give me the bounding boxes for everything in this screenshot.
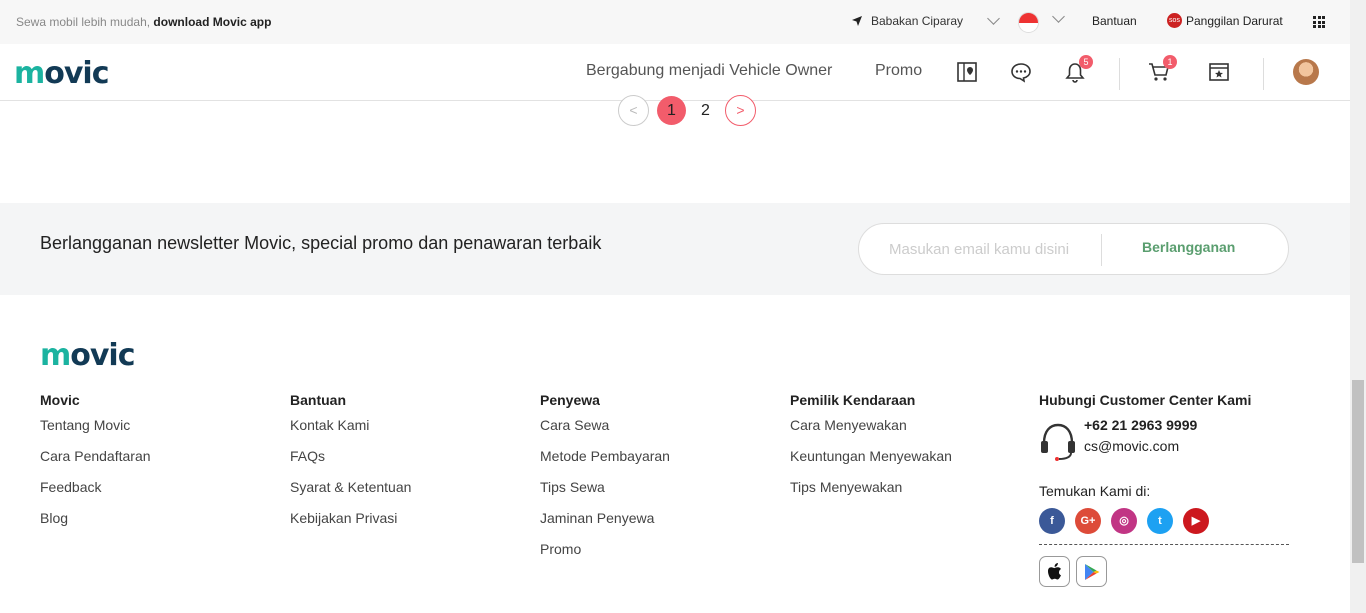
location-arrow-icon — [852, 16, 862, 26]
headset-icon — [1041, 423, 1075, 461]
google-play-icon[interactable] — [1076, 556, 1107, 587]
twitter-icon[interactable]: t — [1147, 508, 1173, 534]
help-link[interactable]: Bantuan — [1092, 14, 1137, 28]
instagram-icon[interactable]: ◎ — [1111, 508, 1137, 534]
notification-badge: 5 — [1079, 55, 1093, 69]
footer-column-title: Bantuan — [290, 392, 346, 408]
top-bar: Sewa mobil lebih mudah, download Movic a… — [0, 0, 1350, 44]
nav-vehicle-owner-link[interactable]: Bergabung menjadi Vehicle Owner — [586, 62, 832, 80]
contact-info: +62 21 2963 9999 cs@movic.com — [1039, 417, 1289, 469]
footer-column-movic: Movic Tentang Movic Cara Pendaftaran Fee… — [40, 392, 151, 541]
chevron-down-icon — [987, 12, 1000, 25]
footer-link-cara-pendaftaran[interactable]: Cara Pendaftaran — [40, 448, 151, 467]
contact-phone[interactable]: +62 21 2963 9999 — [1084, 417, 1197, 433]
footer-link-tentang-movic[interactable]: Tentang Movic — [40, 417, 151, 436]
footer-column-bantuan: Bantuan Kontak Kami FAQs Syarat & Ketent… — [290, 392, 411, 541]
sos-icon: sos — [1167, 13, 1182, 28]
footer-link-cara-menyewakan[interactable]: Cara Menyewakan — [790, 417, 952, 436]
location-label: Babakan Ciparay — [871, 14, 964, 28]
newsletter-email-input[interactable] — [889, 237, 1099, 261]
nav-promo-link[interactable]: Promo — [875, 62, 922, 80]
newsletter-text: Berlangganan newsletter Movic, special p… — [40, 233, 602, 253]
movic-logo[interactable]: movic — [14, 56, 110, 91]
bookmark-icon[interactable] — [1208, 61, 1230, 83]
emergency-call-link[interactable]: sos Panggilan Darurat — [1167, 13, 1283, 28]
footer-link-promo[interactable]: Promo — [540, 541, 670, 560]
dashed-divider — [1039, 544, 1289, 545]
footer-link-kontak-kami[interactable]: Kontak Kami — [290, 417, 411, 436]
app-store-links — [1039, 556, 1289, 587]
google-plus-icon[interactable]: G+ — [1075, 508, 1101, 534]
user-avatar[interactable] — [1293, 59, 1319, 85]
footer-link-kebijakan-privasi[interactable]: Kebijakan Privasi — [290, 510, 411, 529]
facebook-icon[interactable]: f — [1039, 508, 1065, 534]
footer-link-faqs[interactable]: FAQs — [290, 448, 411, 467]
indonesia-flag-icon[interactable] — [1018, 12, 1039, 33]
footer-movic-logo[interactable]: movic — [40, 338, 136, 373]
next-page-button[interactable]: > — [725, 95, 756, 126]
apple-app-store-icon[interactable] — [1039, 556, 1070, 587]
footer-link-feedback[interactable]: Feedback — [40, 479, 151, 498]
chat-icon[interactable] — [1010, 61, 1032, 83]
subscribe-button[interactable]: Berlangganan — [1142, 239, 1235, 255]
newsletter-divider — [1101, 234, 1102, 266]
footer-link-metode-pembayaran[interactable]: Metode Pembayaran — [540, 448, 670, 467]
map-icon[interactable] — [956, 61, 978, 83]
footer-link-blog[interactable]: Blog — [40, 510, 151, 529]
footer-link-syarat-ketentuan[interactable]: Syarat & Ketentuan — [290, 479, 411, 498]
footer-link-keuntungan-menyewakan[interactable]: Keuntungan Menyewakan — [790, 448, 952, 467]
cart-icon[interactable]: 1 — [1148, 55, 1177, 83]
page-1-button[interactable]: 1 — [657, 96, 686, 125]
language-chevron-down-icon[interactable] — [1052, 10, 1065, 23]
prev-page-button[interactable]: < — [618, 95, 649, 126]
apps-grid-icon[interactable] — [1313, 16, 1325, 28]
footer-column-pemilik-kendaraan: Pemilik Kendaraan Cara Menyewakan Keuntu… — [790, 392, 952, 510]
footer-column-penyewa: Penyewa Cara Sewa Metode Pembayaran Tips… — [540, 392, 670, 572]
pagination: < 1 2 > — [618, 95, 756, 126]
footer-column-title: Movic — [40, 392, 80, 408]
footer-link-tips-sewa[interactable]: Tips Sewa — [540, 479, 670, 498]
contact-email[interactable]: cs@movic.com — [1084, 438, 1179, 454]
footer-column-title: Pemilik Kendaraan — [790, 392, 916, 408]
cart-badge: 1 — [1163, 55, 1177, 69]
footer-link-tips-menyewakan[interactable]: Tips Menyewakan — [790, 479, 952, 498]
nav-divider — [1263, 58, 1264, 90]
newsletter-form: Berlangganan — [858, 223, 1289, 275]
promo-text: Sewa mobil lebih mudah, download Movic a… — [16, 15, 272, 29]
nav-divider — [1119, 58, 1120, 90]
social-links: f G+ ◎ t ▶ — [1039, 508, 1289, 534]
download-app-link[interactable]: download Movic app — [153, 15, 271, 29]
notification-bell-icon[interactable]: 5 — [1064, 55, 1093, 83]
newsletter-section: Berlangganan newsletter Movic, special p… — [0, 203, 1350, 295]
customer-center: Hubungi Customer Center Kami +62 21 2963… — [1039, 392, 1289, 587]
footer-link-jaminan-penyewa[interactable]: Jaminan Penyewa — [540, 510, 670, 529]
scrollbar-thumb[interactable] — [1352, 380, 1364, 563]
footer-column-title: Penyewa — [540, 392, 600, 408]
find-us-label: Temukan Kami di: — [1039, 483, 1151, 499]
main-nav: movic Bergabung menjadi Vehicle Owner Pr… — [0, 44, 1350, 101]
footer-link-cara-sewa[interactable]: Cara Sewa — [540, 417, 670, 436]
page-2-button[interactable]: 2 — [691, 96, 720, 125]
youtube-icon[interactable]: ▶ — [1183, 508, 1209, 534]
location-selector[interactable]: Babakan Ciparay — [851, 12, 1000, 28]
customer-center-title: Hubungi Customer Center Kami — [1039, 392, 1252, 408]
emergency-label: Panggilan Darurat — [1186, 13, 1283, 28]
